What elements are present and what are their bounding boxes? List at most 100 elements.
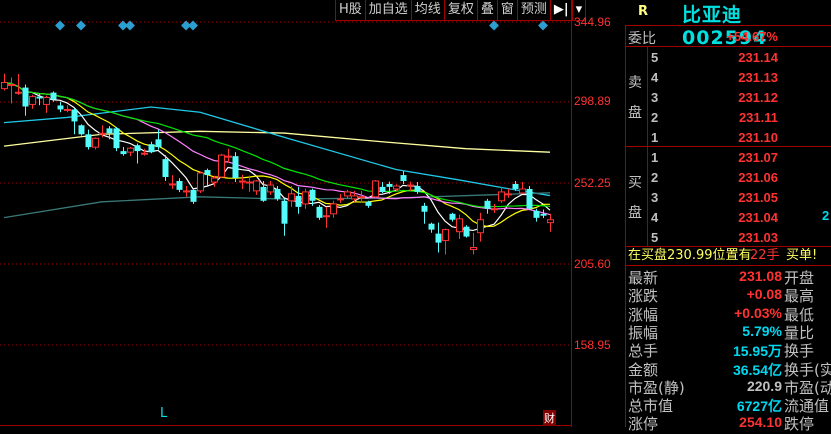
buy-level-number: 2 [651, 170, 659, 185]
candle-up [267, 184, 274, 193]
quote-panel: R 比亚迪 002594 委比 +54.67% 卖 盘 5 231.14 4 231.… [622, 0, 831, 433]
candle-up [225, 155, 232, 158]
candle-down [50, 92, 57, 100]
buy-level-row[interactable]: 3 231.05 [626, 187, 831, 207]
y-tick-label: 344.96 [574, 15, 611, 29]
candle-down [274, 188, 281, 199]
buy-price: 231.06 [738, 170, 778, 185]
candle-up [127, 147, 134, 153]
stat-row: 涨幅 +0.03% 最低 [626, 304, 831, 324]
buy-level-row[interactable]: 1 231.07 [626, 147, 831, 167]
stat-value: +0.03% [734, 304, 782, 321]
forecast-button[interactable]: 预测 [518, 0, 551, 20]
buy-price: 231.04 [738, 210, 778, 225]
r-badge: R [638, 4, 649, 19]
candle-down [204, 170, 211, 176]
event-diamond-icon [489, 20, 499, 31]
buy-price: 231.07 [738, 150, 778, 165]
candle-up [498, 191, 505, 202]
overlay-button[interactable]: 叠 [478, 0, 498, 20]
sell-level-row[interactable]: 1 231.10 [626, 127, 831, 147]
buy-level-row[interactable]: 4 231.04 [626, 207, 831, 227]
candle-up [197, 172, 204, 192]
candle-down [260, 186, 267, 201]
candle-up [337, 198, 344, 201]
buy-level-number: 1 [651, 150, 659, 165]
candle-up [505, 193, 512, 196]
chart-toolbar: H股 加自选 均线 复权 叠 窗 预测 ▶| ▾ [335, 0, 587, 21]
candle-up [477, 219, 484, 234]
candle-up [351, 195, 358, 200]
candle-up [519, 188, 526, 194]
candle-down [120, 151, 127, 155]
buy-level-row[interactable]: 2 231.06 [626, 167, 831, 187]
candle-up [218, 154, 225, 178]
stat-row: 总市值 6727亿 流通值 [626, 395, 831, 415]
stat-row: 金额36.54亿换手(实) [626, 359, 831, 379]
candle-up [491, 208, 498, 211]
sell-price: 231.13 [738, 70, 778, 85]
h-share-button[interactable]: H股 [336, 0, 366, 20]
sell-level-row[interactable]: 3 231.12 [626, 87, 831, 107]
candle-up [15, 91, 22, 94]
candle-down [113, 128, 120, 149]
buy-level-row[interactable]: 5 231.03 [626, 227, 831, 247]
notice-text: 在买盘230.99位置有 [628, 248, 752, 263]
candle-up [547, 219, 554, 224]
notice-tag: 买单! [786, 248, 818, 263]
window-button[interactable]: 窗 [498, 0, 518, 20]
candle-down [316, 206, 323, 218]
price-axis-divider [571, 0, 572, 427]
candle-up [288, 193, 295, 202]
low-marker[interactable]: L [160, 406, 167, 421]
candle-down [36, 96, 43, 99]
moving-average-button[interactable]: 均线 [412, 0, 445, 20]
candle-down [463, 226, 470, 237]
sell-level-row[interactable]: 4 231.13 [626, 67, 831, 87]
collapse-panel-icon[interactable]: ▶| [551, 0, 573, 20]
sell-price: 231.14 [738, 50, 778, 65]
sell-level-number: 2 [651, 110, 659, 125]
notice-qty: 22手 [750, 248, 780, 263]
candle-up [211, 177, 218, 183]
candle-down [71, 109, 78, 122]
weibi-label: 委比 [628, 31, 656, 47]
candle-down [309, 189, 316, 201]
candle-down [162, 159, 169, 177]
sell-level-row[interactable]: 2 231.11 [626, 107, 831, 127]
candle-down [281, 200, 288, 224]
candle-up [183, 190, 190, 193]
big-order-notice: 在买盘230.99位置有 22手 买单! [626, 247, 831, 266]
candle-up [407, 184, 414, 187]
candle-up [358, 196, 365, 199]
kline-chart[interactable] [0, 0, 571, 427]
candle-down [57, 105, 64, 110]
stat-row: 涨跌 +0.08 最高 [626, 285, 831, 305]
sell-book: 卖 盘 5 231.14 4 231.13 3 231.12 2 231.11 1 231.10 [625, 46, 831, 147]
candle-up [372, 180, 379, 198]
financial-report-marker[interactable]: 财 [543, 410, 556, 426]
sell-level-row[interactable]: 5 231.14 [626, 47, 831, 67]
candle-down [533, 210, 540, 218]
candle-up [239, 180, 246, 183]
weibi-row: 委比 +54.67% [625, 25, 831, 47]
candle-down [540, 213, 547, 216]
buy-level-number: 5 [651, 230, 659, 245]
candle-down [22, 87, 29, 107]
candle-down [148, 144, 155, 153]
candle-down [190, 189, 197, 202]
weibi-value: +54.67% [726, 29, 778, 44]
sell-level-number: 1 [651, 130, 659, 145]
candle-up [1, 82, 8, 90]
candle-up [393, 185, 400, 190]
candle-up [456, 218, 463, 233]
candle-up [323, 215, 330, 218]
adjust-rights-button[interactable]: 复权 [445, 0, 478, 20]
stats-box: 在买盘230.99位置有 22手 买单! 最新 231.08 开盘 涨跌 +0.08 最高… [625, 246, 831, 433]
y-tick-label: 298.89 [574, 94, 611, 108]
sell-level-number: 3 [651, 90, 659, 105]
add-watchlist-button[interactable]: 加自选 [366, 0, 412, 20]
candle-down [449, 213, 456, 220]
stat-value: 254.10 [739, 414, 782, 431]
stat-label: 涨停 [628, 415, 659, 434]
